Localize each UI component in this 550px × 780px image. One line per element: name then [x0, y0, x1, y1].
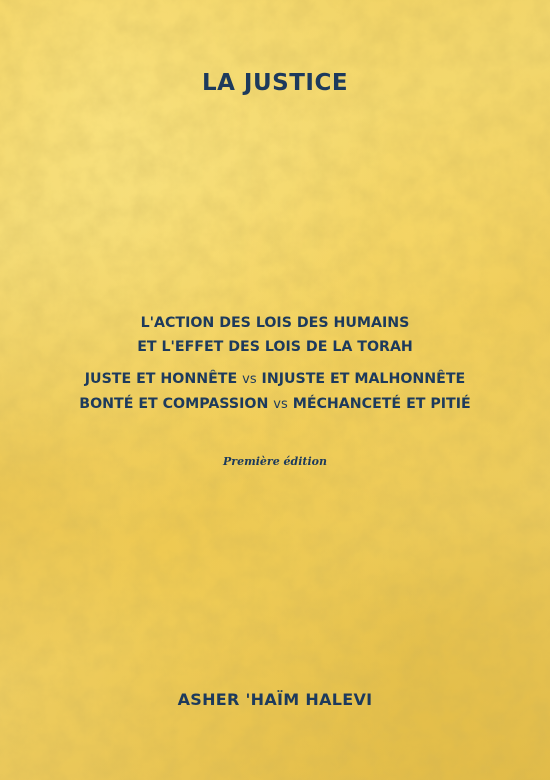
subtitle-block: L'ACTION DES LOIS DES HUMAINS ET L'EFFET…: [0, 311, 550, 359]
subtitle-line-2: ET L'EFFET DES LOIS DE LA TORAH: [137, 339, 413, 355]
theme-2-left: BONTÉ ET COMPASSION: [79, 396, 269, 412]
theme-line-2: BONTÉ ET COMPASSION vs MÉCHANCETÉ ET PIT…: [0, 392, 550, 417]
theme-1-right: INJUSTE ET MALHONNÊTE: [261, 371, 466, 387]
theme-2-vs: vs: [273, 397, 288, 412]
theme-2-right: MÉCHANCETÉ ET PITIÉ: [292, 396, 471, 412]
edition-label: Première édition: [223, 455, 327, 468]
theme-line-1: JUSTE ET HONNÊTE vs INJUSTE ET MALHONNÊT…: [0, 367, 550, 392]
themes-block: JUSTE ET HONNÊTE vs INJUSTE ET MALHONNÊT…: [0, 367, 550, 417]
book-title: LA JUSTICE: [201, 70, 349, 96]
subtitle-line-1: L'ACTION DES LOIS DES HUMAINS: [140, 315, 410, 331]
theme-1-left: JUSTE ET HONNÊTE: [84, 371, 238, 387]
book-cover: LA JUSTICE L'ACTION DES LOIS DES HUMAINS…: [0, 0, 550, 780]
author-name: ASHER 'HAÏM HALEVI: [177, 690, 373, 709]
theme-1-vs: vs: [242, 372, 257, 387]
